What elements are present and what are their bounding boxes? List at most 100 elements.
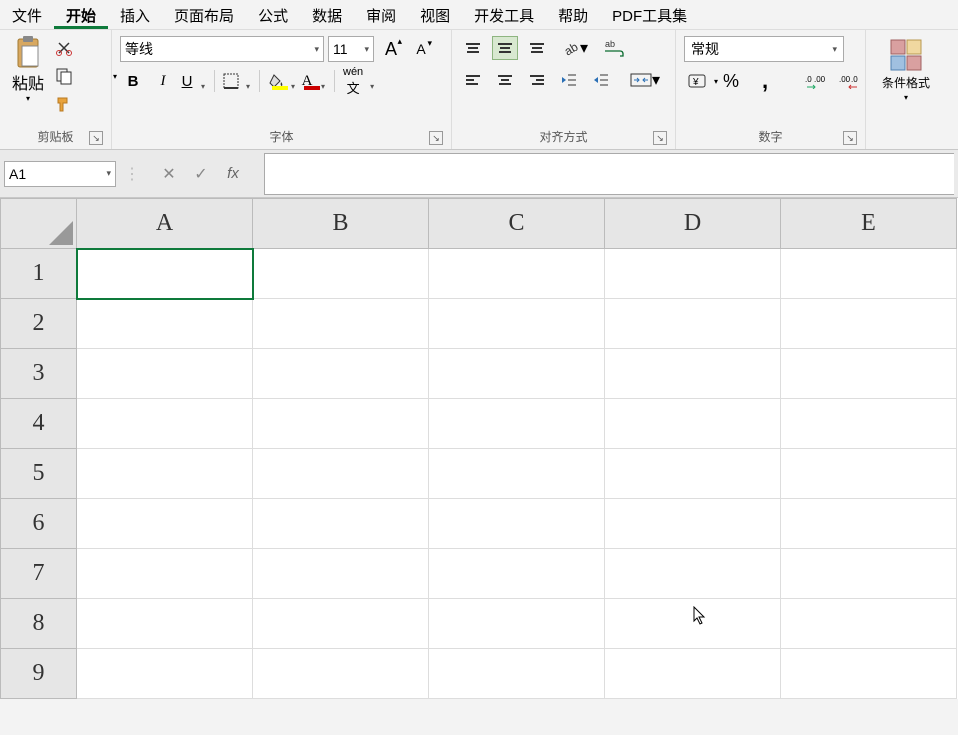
menu-home[interactable]: 开始 [54,0,108,29]
clipboard-dialog-launcher[interactable]: ↘ [89,131,103,145]
font-dialog-launcher[interactable]: ↘ [429,131,443,145]
accounting-format-button[interactable]: ¥ ▾ [684,68,710,94]
cell-A9[interactable] [77,649,253,699]
align-bottom-button[interactable] [524,36,550,60]
col-header-C[interactable]: C [429,199,605,249]
col-header-E[interactable]: E [781,199,957,249]
cell-B5[interactable] [253,449,429,499]
copy-button[interactable]: ▾ [52,64,76,88]
cell-B2[interactable] [253,299,429,349]
row-header-1[interactable]: 1 [1,249,77,299]
cell-B4[interactable] [253,399,429,449]
row-header-3[interactable]: 3 [1,349,77,399]
cell-B3[interactable] [253,349,429,399]
shrink-font-button[interactable]: A▾ [408,36,434,62]
cell-A3[interactable] [77,349,253,399]
percent-button[interactable]: % [718,68,744,94]
font-size-select[interactable]: 11▾ [328,36,374,62]
cell-C8[interactable] [429,599,605,649]
cell-A5[interactable] [77,449,253,499]
font-name-select[interactable]: 等线▾ [120,36,324,62]
cell-A2[interactable] [77,299,253,349]
menu-view[interactable]: 视图 [408,0,462,29]
col-header-A[interactable]: A [77,199,253,249]
cell-E1[interactable] [781,249,957,299]
cell-A1[interactable] [77,249,253,299]
number-format-select[interactable]: 常规▾ [684,36,844,62]
orientation-button[interactable]: ab ▾ [562,36,588,60]
cell-D1[interactable] [605,249,781,299]
cell-A8[interactable] [77,599,253,649]
menu-review[interactable]: 审阅 [354,0,408,29]
cell-A4[interactable] [77,399,253,449]
row-header-5[interactable]: 5 [1,449,77,499]
menu-pdf-tools[interactable]: PDF工具集 [600,0,699,29]
name-box[interactable]: A1▾ [4,161,116,187]
col-header-B[interactable]: B [253,199,429,249]
underline-button[interactable]: U ▾ [180,68,206,94]
merge-center-button[interactable]: ▾ [628,68,662,92]
conditional-format-button[interactable]: 条件格式 ▾ [872,34,940,106]
menu-page-layout[interactable]: 页面布局 [162,0,246,29]
cell-B6[interactable] [253,499,429,549]
align-middle-button[interactable] [492,36,518,60]
bold-button[interactable]: B [120,68,146,94]
cell-C5[interactable] [429,449,605,499]
align-right-button[interactable] [524,68,550,92]
fill-color-button[interactable]: ▾ [268,68,296,94]
cell-E4[interactable] [781,399,957,449]
cell-B9[interactable] [253,649,429,699]
phonetic-button[interactable]: wén文 ▾ [343,68,375,94]
number-dialog-launcher[interactable]: ↘ [843,131,857,145]
cell-E9[interactable] [781,649,957,699]
cell-D8[interactable] [605,599,781,649]
cell-D9[interactable] [605,649,781,699]
grow-font-button[interactable]: A▴ [378,36,404,62]
cell-B8[interactable] [253,599,429,649]
cell-C4[interactable] [429,399,605,449]
cell-C6[interactable] [429,499,605,549]
cell-A6[interactable] [77,499,253,549]
align-center-button[interactable] [492,68,518,92]
align-left-button[interactable] [460,68,486,92]
cell-E8[interactable] [781,599,957,649]
menu-developer[interactable]: 开发工具 [462,0,546,29]
font-color-button[interactable]: A ▾ [300,68,326,94]
insert-function-button[interactable]: fx [222,163,244,185]
cell-C7[interactable] [429,549,605,599]
increase-indent-button[interactable] [588,68,614,92]
border-button[interactable]: ▾ [223,68,251,94]
cell-D3[interactable] [605,349,781,399]
cell-D2[interactable] [605,299,781,349]
cell-C1[interactable] [429,249,605,299]
row-header-6[interactable]: 6 [1,499,77,549]
alignment-dialog-launcher[interactable]: ↘ [653,131,667,145]
menu-help[interactable]: 帮助 [546,0,600,29]
decrease-decimal-button[interactable]: .00.0 [836,68,862,94]
cancel-formula-button[interactable]: ✕ [158,163,180,185]
cell-D7[interactable] [605,549,781,599]
cell-A7[interactable] [77,549,253,599]
cell-B7[interactable] [253,549,429,599]
cell-E5[interactable] [781,449,957,499]
increase-decimal-button[interactable]: .0.00 [802,68,828,94]
cell-E2[interactable] [781,299,957,349]
format-painter-button[interactable] [52,92,76,116]
cell-C3[interactable] [429,349,605,399]
paste-button[interactable]: 粘贴 ▾ [6,34,50,105]
cell-E6[interactable] [781,499,957,549]
cell-E7[interactable] [781,549,957,599]
menu-insert[interactable]: 插入 [108,0,162,29]
comma-style-button[interactable]: , [752,68,778,94]
cell-D6[interactable] [605,499,781,549]
wrap-text-button[interactable]: ab [602,38,626,58]
col-header-D[interactable]: D [605,199,781,249]
row-header-2[interactable]: 2 [1,299,77,349]
italic-button[interactable]: I [150,68,176,94]
accept-formula-button[interactable]: ✓ [190,163,212,185]
cell-D5[interactable] [605,449,781,499]
cell-B1[interactable] [253,249,429,299]
formula-input[interactable] [264,153,954,195]
select-all-corner[interactable] [1,199,77,249]
cell-E3[interactable] [781,349,957,399]
